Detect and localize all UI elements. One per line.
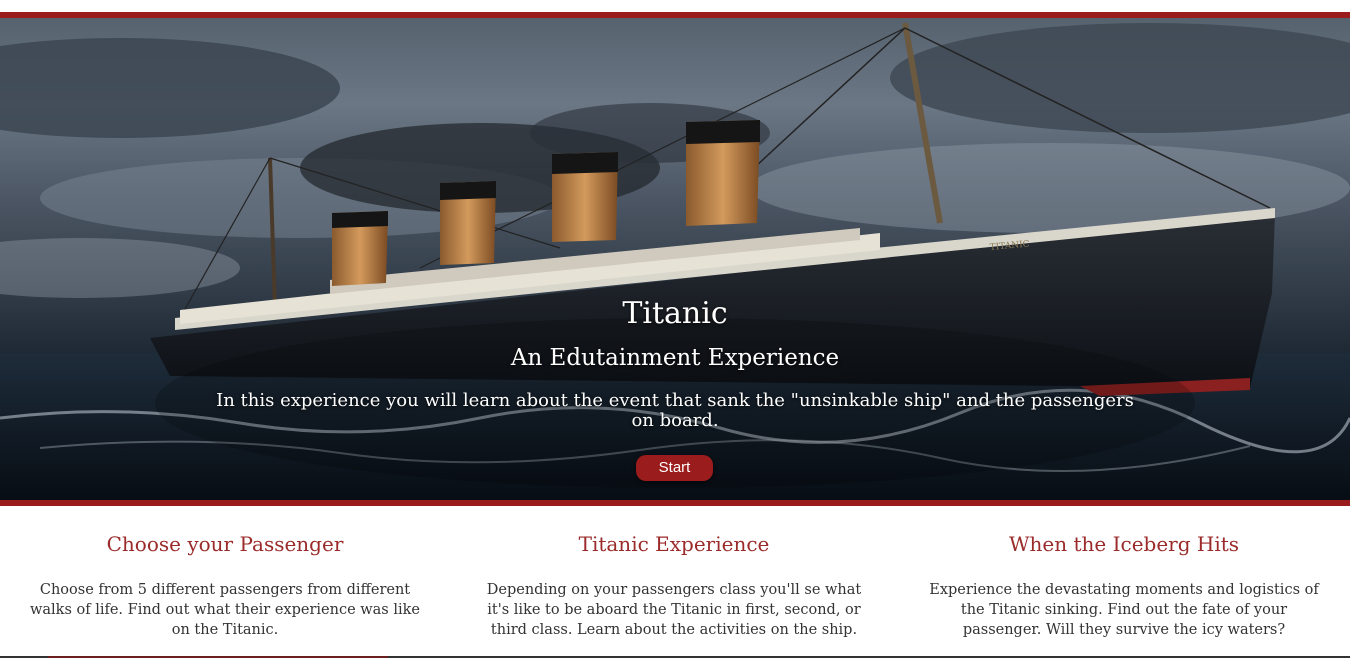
feature-text: Choose from 5 different passengers from … [29, 582, 421, 638]
hero-subtitle: An Edutainment Experience [510, 345, 840, 371]
feature-text: Depending on your passengers class you'l… [486, 582, 862, 638]
feature-title: Titanic Experience [578, 532, 770, 556]
feature-title: When the Iceberg Hits [1008, 532, 1240, 556]
hero-content: Titanic An Edutainment Experience In thi… [0, 18, 1350, 500]
feature-title: Choose your Passenger [106, 532, 344, 556]
feature-choose-passenger: Choose your Passenger Choose from 5 diff… [25, 506, 425, 640]
start-button[interactable]: Start [636, 455, 713, 481]
hero-banner: TITANIC Titanic An Edutainment Experienc… [0, 12, 1350, 506]
feature-text: Experience the devastating moments and l… [929, 582, 1319, 638]
feature-iceberg-hits: When the Iceberg Hits Experience the dev… [924, 506, 1324, 640]
top-gap [0, 0, 1350, 12]
hero-title: Titanic [622, 296, 728, 331]
hero-description: In this experience you will learn about … [216, 390, 1134, 431]
features-section: Choose your Passenger Choose from 5 diff… [0, 506, 1350, 656]
feature-titanic-experience: Titanic Experience Depending on your pas… [474, 506, 874, 640]
